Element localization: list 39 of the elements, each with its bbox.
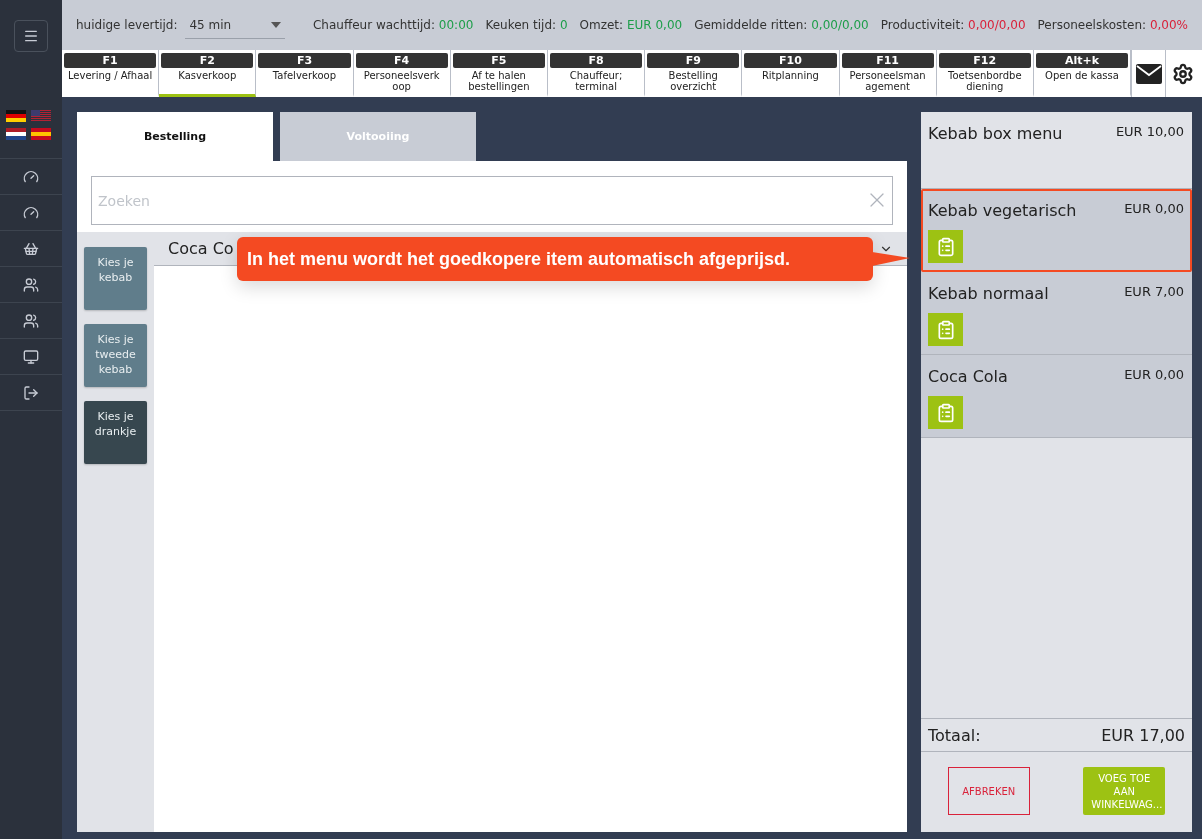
item-name: Kebab normaal bbox=[928, 284, 1049, 303]
item-name: Coca Cola bbox=[928, 367, 1008, 386]
item-price: EUR 10,00 bbox=[1115, 124, 1184, 139]
item-name: Kebab box menu bbox=[928, 124, 1063, 143]
callout: In het menu wordt het goedkopere item automatisch afgeprijsd. bbox=[237, 237, 873, 281]
function-tab[interactable]: F4 Personeelsverk oop bbox=[353, 50, 451, 97]
total-amount: EUR 17,00 bbox=[1101, 725, 1185, 745]
function-tab[interactable]: F9 Bestelling overzicht bbox=[645, 50, 743, 97]
function-tab[interactable]: F8 Chauffeur; terminal bbox=[547, 50, 646, 97]
search-field[interactable]: Zoeken bbox=[91, 176, 893, 225]
function-tab[interactable]: F12 Toetsenbordbe diening bbox=[936, 50, 1034, 97]
delivery-time-label: huidige levertijd: bbox=[76, 18, 178, 32]
stat-text: Productiviteit: 0,00/0,00 bbox=[880, 18, 1026, 32]
item-price: EUR 0,00 bbox=[1124, 367, 1184, 382]
stat-text: Chauffeur wachttijd: 00:00 bbox=[312, 18, 474, 32]
function-tab[interactable]: F10 Ritplanning bbox=[742, 50, 840, 97]
stat-text: Omzet: EUR 0,00 bbox=[579, 18, 683, 32]
cart-item[interactable]: Kebab normaal EUR 7,00 bbox=[921, 272, 1192, 355]
function-tab[interactable]: F3 Tafelverkoop bbox=[256, 50, 354, 97]
function-tab[interactable]: F11 Personeelsman agement bbox=[839, 50, 937, 97]
cancel-button[interactable]: AFBREKEN bbox=[947, 767, 1030, 815]
order-tab[interactable]: Bestelling bbox=[77, 112, 273, 161]
category-button[interactable]: Kies je kebab bbox=[84, 247, 147, 310]
function-tab[interactable]: F1 Levering / Afhaal bbox=[62, 50, 160, 97]
category-button[interactable]: Kies je tweede kebab bbox=[84, 324, 147, 387]
cart-item[interactable]: Kebab vegetarisch EUR 0,00 bbox=[921, 189, 1192, 272]
item-price: EUR 7,00 bbox=[1124, 284, 1184, 299]
stat-text: Personeelskosten: 0,00% bbox=[1037, 18, 1188, 32]
function-tab[interactable]: Alt+k Open de kassa bbox=[1033, 50, 1132, 97]
category-button[interactable]: Kies je drankje bbox=[84, 401, 147, 464]
stat-text: Gemiddelde ritten: 0,00/0,00 bbox=[694, 18, 869, 32]
function-tab[interactable]: F5 Af te halen bestellingen bbox=[450, 50, 548, 97]
delivery-time-select[interactable]: 45 min bbox=[185, 11, 286, 39]
item-name: Kebab vegetarisch bbox=[928, 201, 1077, 220]
function-tab[interactable]: F2 Kasverkoop bbox=[159, 50, 257, 97]
stat-text: Keuken tijd: 0 bbox=[485, 18, 568, 32]
cart-item[interactable]: Coca Cola EUR 0,00 bbox=[921, 355, 1192, 438]
total-label: Totaal: bbox=[928, 725, 981, 745]
item-price: EUR 0,00 bbox=[1124, 201, 1184, 216]
